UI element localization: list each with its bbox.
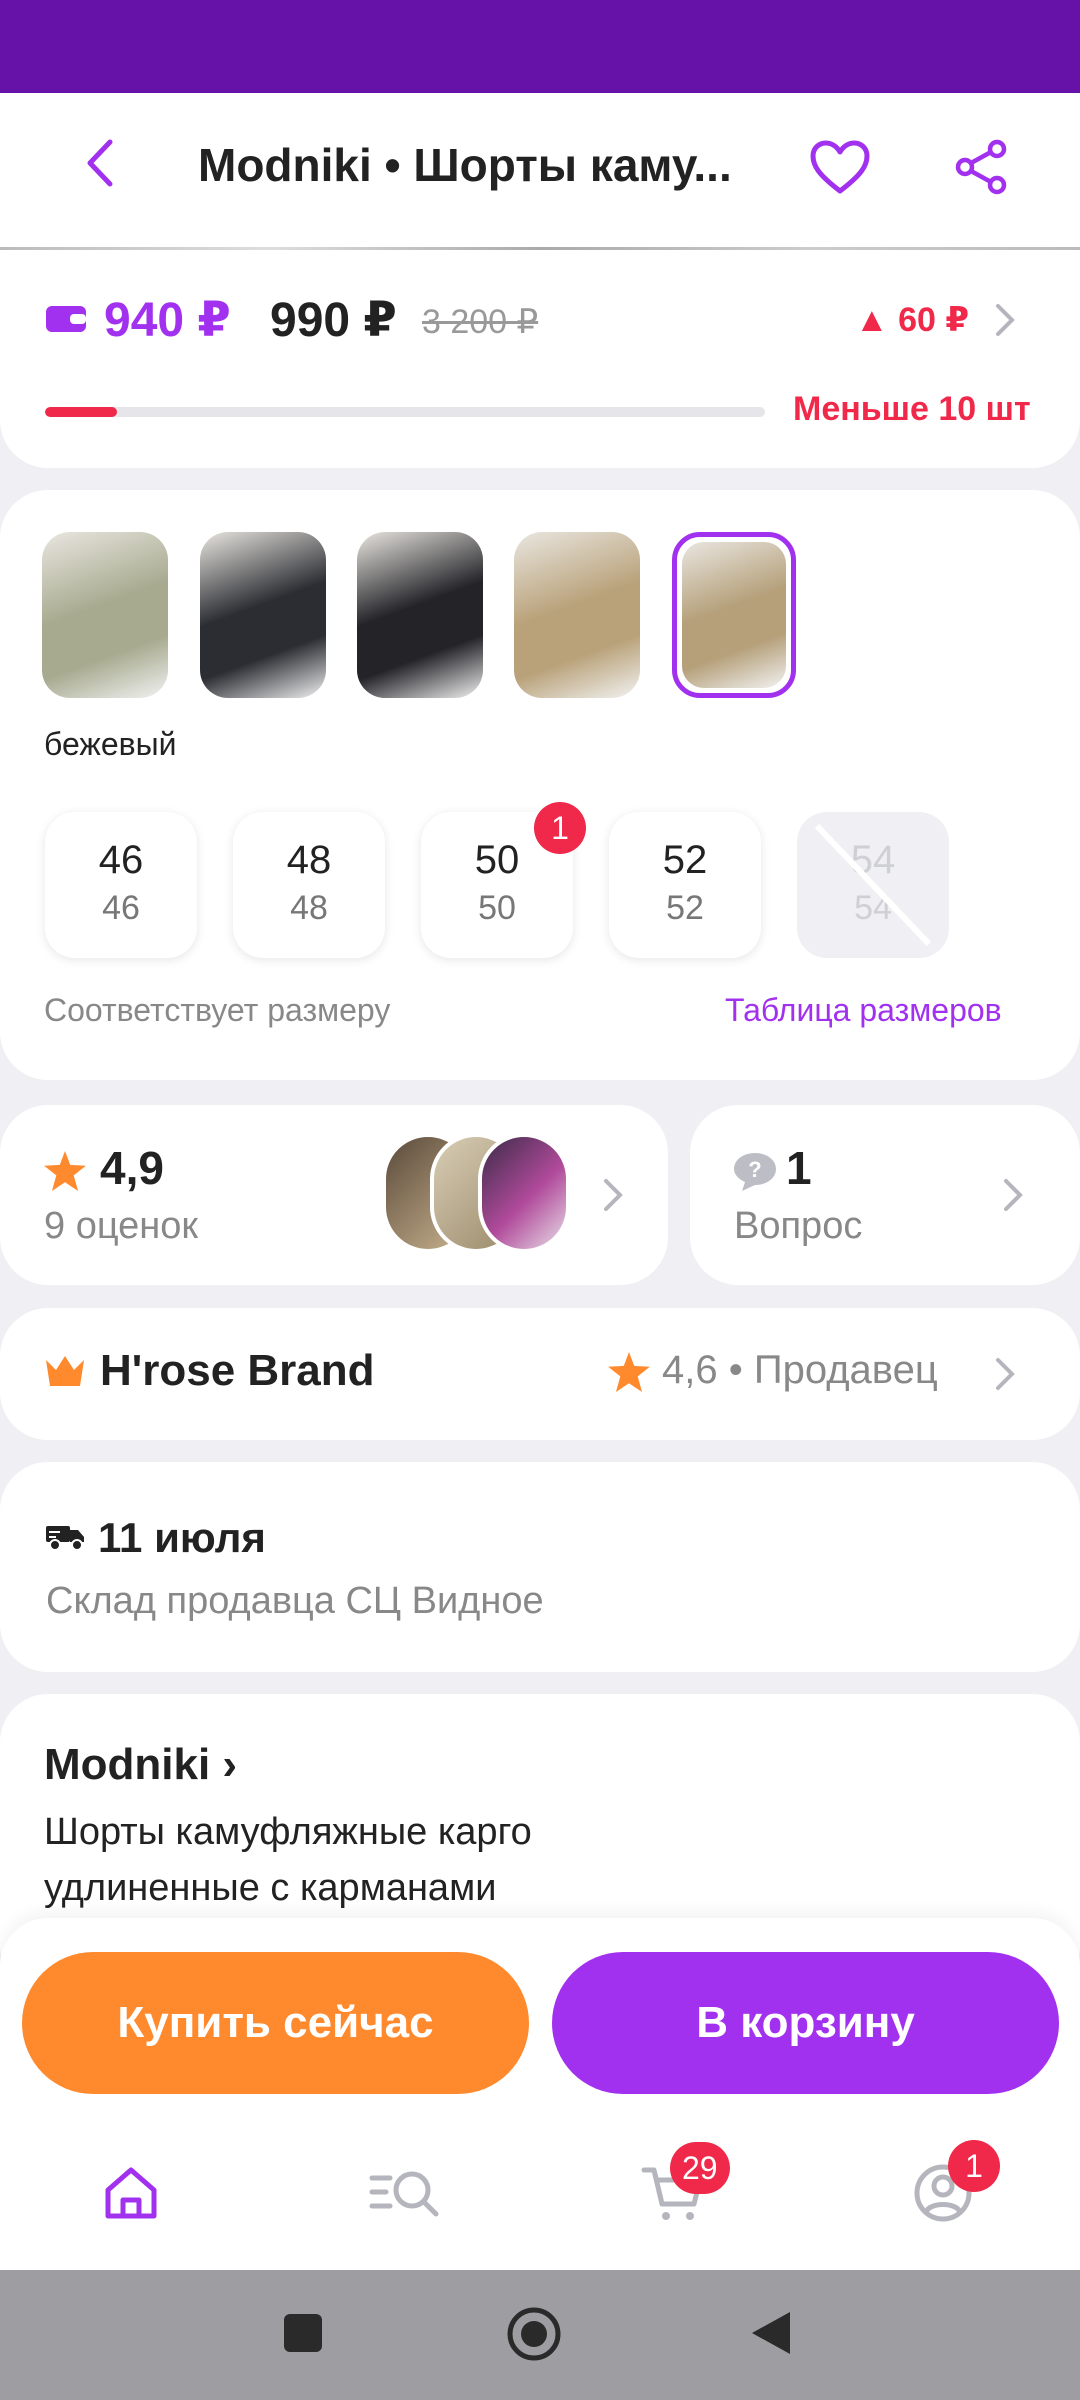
swatch-image [42,532,168,698]
recents-icon[interactable] [282,2312,324,2354]
seller-name: H'rose Brand [100,1346,375,1395]
star-icon [44,1151,86,1191]
chevron-right-icon [1004,1179,1023,1211]
current-price: 990 ₽ [270,294,397,347]
back-button[interactable] [70,133,130,193]
stock-progress [45,407,765,417]
color-swatch-4[interactable] [514,532,640,698]
size-cart-badge: 1 [534,802,586,854]
chevron-right-icon [996,1358,1015,1390]
system-nav-bar [0,2270,1080,2400]
catalog-search-icon [369,2171,439,2217]
delivery-card[interactable]: 11 июля Склад продавца СЦ Видное [0,1462,1080,1672]
old-price: 3 200 ₽ [422,303,539,341]
share-button[interactable] [945,131,1017,203]
share-icon [955,139,1007,195]
wallet-icon [46,306,86,332]
home-icon [105,2167,157,2219]
bottom-nav: 29 1 [0,2118,1080,2270]
size-sublabel: 46 [102,889,140,927]
stock-progress-fill [45,407,117,417]
rating-value: 4,9 [100,1142,164,1194]
home-system-icon[interactable] [506,2306,562,2362]
size-option-54-unavailable: 54 54 [797,812,949,958]
truck-icon [46,1526,84,1551]
wallet-price: 940 ₽ [104,294,231,347]
unavailable-slash [814,823,932,947]
crown-icon [46,1356,84,1386]
price-difference[interactable]: ▲ 60 ₽ [855,300,969,340]
size-option-48[interactable]: 48 48 [233,812,385,958]
stock-label: Меньше 10 шт [793,390,1031,428]
favorite-button[interactable] [800,131,880,203]
product-name: Шорты камуфляжные карго удлиненные с кар… [44,1811,532,1909]
size-label: 52 [662,838,708,882]
size-sublabel: 50 [478,889,516,927]
brand-link[interactable]: Modniki › [44,1740,237,1790]
top-nav: Modniki • Шорты каму... [0,93,1080,247]
size-label: 46 [98,838,144,882]
review-photo [478,1133,570,1253]
profile-badge: 1 [948,2140,1000,2192]
size-sublabel: 52 [666,889,704,927]
size-option-52[interactable]: 52 52 [609,812,761,958]
size-table-link[interactable]: Таблица размеров [725,992,1002,1029]
svg-text:?: ? [748,1157,761,1182]
purchase-bar: Купить сейчас В корзину [0,1918,1080,2118]
reviews-card[interactable]: 4,9 9 оценок [0,1105,668,1285]
questions-label: Вопрос [734,1205,863,1247]
status-bar [0,0,1080,93]
delivery-warehouse: Склад продавца СЦ Видное [46,1580,544,1622]
chevron-right-icon [604,1179,623,1211]
tab-catalog[interactable] [368,2162,448,2232]
page-title: Modniki • Шорты каму... [198,139,732,191]
delivery-date: 11 июля [98,1514,266,1561]
selected-color-label: бежевый [44,726,177,762]
seller-rating: 4,6 • Продавец [662,1348,938,1392]
buy-now-button[interactable]: Купить сейчас [22,1952,529,2094]
seller-card[interactable]: H'rose Brand 4,6 • Продавец [0,1308,1080,1440]
questions-card[interactable]: ? 1 Вопрос [690,1105,1080,1285]
add-to-cart-button[interactable]: В корзину [552,1952,1059,2094]
swatch-image [514,532,640,698]
heart-icon [810,140,870,194]
price-difference-value: 60 ₽ [898,301,970,339]
color-swatch-3[interactable] [357,532,483,698]
question-bubble-icon: ? [734,1153,776,1191]
star-icon [608,1352,650,1392]
color-swatch-2[interactable] [200,532,326,698]
color-swatch-5-selected[interactable] [672,532,796,698]
swatch-image [200,532,326,698]
swatch-image [357,532,483,698]
fit-label: Соответствует размеру [44,992,391,1028]
size-label: 48 [286,838,332,882]
chevron-right-icon[interactable] [990,300,1020,340]
size-option-46[interactable]: 46 46 [45,812,197,958]
color-swatch-1[interactable] [42,532,168,698]
size-sublabel: 48 [290,889,328,927]
rating-count: 9 оценок [44,1205,199,1247]
tab-home[interactable] [100,2162,170,2232]
variant-card: бежевый 46 46 48 48 50 50 52 52 54 54 1 Соотв… [0,490,1080,1080]
price-card: 940 ₽ 990 ₽ 3 200 ₽ ▲ 60 ₽ Меньше 10 шт [0,250,1080,468]
chevron-left-icon [87,139,113,187]
swatch-image [682,542,786,688]
cart-badge: 29 [670,2142,730,2194]
questions-count: 1 [786,1142,812,1194]
back-system-icon[interactable] [748,2308,794,2358]
